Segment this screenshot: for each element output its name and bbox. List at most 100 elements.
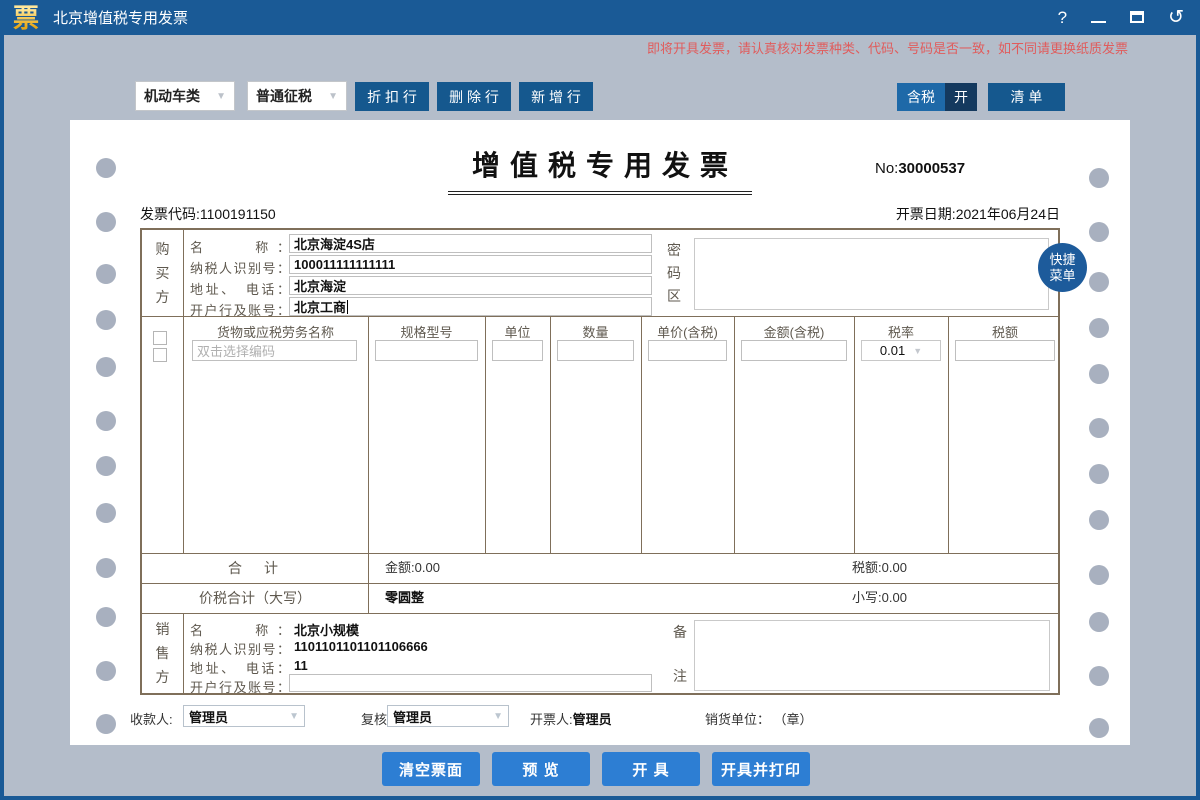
payee-label: 收款人: (130, 709, 173, 728)
table-divider (734, 316, 735, 553)
amount-in-figures: 小写:0.00 (852, 583, 907, 613)
seller-side-label: 销 售 方 (142, 613, 183, 693)
row-checkbox[interactable] (153, 348, 167, 362)
seller-taxid-value: 1101101101101106666 (294, 639, 428, 654)
amount-input[interactable] (741, 340, 847, 361)
chevron-down-icon: ▼ (913, 346, 922, 356)
buyer-taxid-input[interactable]: 100011111111111 (289, 255, 652, 274)
column-header-spec: 规格型号 (368, 322, 485, 341)
seller-taxid-label: 纳税人识别号： (190, 639, 290, 658)
perforation-dot (96, 357, 116, 377)
password-area-label: 密 码 区 (664, 240, 684, 306)
spec-input[interactable] (375, 340, 478, 361)
perforation-dot (96, 714, 116, 734)
seller-address-label: 地址、 电话： (190, 658, 290, 677)
reviewer-value: 管理员 (393, 707, 432, 726)
perforation-dot (96, 607, 116, 627)
perforation-dot (1089, 718, 1109, 738)
goods-name-input[interactable]: 双击选择编码 (192, 340, 357, 361)
table-divider (550, 316, 551, 553)
invoice-date: 开票日期:2021年06月24日 (896, 204, 1060, 224)
perforation-dot (1089, 272, 1109, 292)
chevron-down-icon: ▼ (289, 711, 299, 722)
window-controls: ? ↺ (1058, 9, 1184, 26)
totals-amount: 金额:0.00 (385, 553, 440, 583)
issue-and-print-button[interactable]: 开具并打印 (712, 752, 810, 786)
buyer-bank-input[interactable]: 北京工商 (289, 297, 652, 316)
tax-rate-value: 0.01 (880, 343, 905, 358)
title-bar: 票 北京增值税专用发票 ? ↺ (0, 0, 1200, 35)
perforation-dot (96, 661, 116, 681)
text-caret (347, 300, 348, 314)
drawer-field: 开票人:管理员 (530, 709, 612, 728)
remark-box[interactable] (694, 620, 1050, 691)
buyer-name-input[interactable]: 北京海淀4S店 (289, 234, 652, 253)
perforation-dot (1089, 318, 1109, 338)
totals-tax: 税额:0.00 (852, 553, 907, 583)
column-header-tax: 税额 (948, 322, 1062, 341)
notice-message: 即将开具发票，请认真核对发票种类、代码、号码是否一致，如不同请更换纸质发票 (0, 35, 1200, 62)
tax-included-toggle[interactable]: 含税 开 (897, 83, 977, 111)
seller-unit-field: 销货单位：（章） (705, 709, 813, 728)
minimize-icon[interactable] (1091, 21, 1106, 23)
goods-name-placeholder: 双击选择编码 (197, 341, 275, 360)
table-divider (368, 316, 369, 553)
clear-invoice-button[interactable]: 清空票面 (382, 752, 480, 786)
window-frame-bottom (0, 796, 1200, 800)
invoice-number: No:30000537 (875, 160, 965, 177)
help-icon[interactable]: ? (1058, 9, 1067, 26)
table-divider (948, 316, 949, 553)
tax-included-label: 含税 (897, 83, 945, 111)
reviewer-select[interactable]: 管理员 ▼ (387, 705, 509, 727)
table-divider (142, 613, 1058, 614)
column-header-goods: 货物或应税劳务名称 (183, 322, 368, 341)
seller-address-value: 11 (294, 658, 308, 673)
perforation-dot (96, 558, 116, 578)
delete-row-button[interactable]: 删 除 行 (437, 82, 511, 111)
buyer-address-label: 地址、 电话： (190, 279, 290, 298)
add-row-button[interactable]: 新 增 行 (519, 82, 593, 111)
invoice-category-value: 机动车类 (144, 86, 200, 106)
perforation-dot (1089, 666, 1109, 686)
row-checkbox[interactable] (153, 331, 167, 345)
unit-input[interactable] (492, 340, 543, 361)
seller-bank-input[interactable] (289, 674, 652, 692)
invoice-code: 发票代码:1100191150 (140, 204, 276, 224)
maximize-icon[interactable] (1130, 11, 1144, 23)
table-divider (641, 316, 642, 553)
invoice-category-select[interactable]: 机动车类 ▼ (135, 81, 235, 111)
perforation-dot (96, 310, 116, 330)
discount-row-button[interactable]: 折 扣 行 (355, 82, 429, 111)
table-divider (485, 316, 486, 553)
quick-menu-button[interactable]: 快捷 菜单 (1038, 243, 1087, 292)
buyer-side-label: 购 买 方 (142, 230, 183, 316)
perforation-dot (96, 456, 116, 476)
tax-amount-input[interactable] (955, 340, 1055, 361)
window-frame-left (0, 35, 4, 800)
totals-label: 合 计 (142, 553, 368, 583)
window-frame-right (1196, 35, 1200, 800)
invoice-table: 购 买 方 名 称： 北京海淀4S店 纳税人识别号： 1000111111111… (140, 228, 1060, 695)
tax-rate-select[interactable]: 0.01 ▼ (861, 340, 941, 361)
price-input[interactable] (648, 340, 727, 361)
column-header-amount: 金额(含税) (734, 322, 854, 341)
table-divider (183, 230, 184, 316)
tax-mode-select[interactable]: 普通征税 ▼ (247, 81, 347, 111)
seller-name-value: 北京小规模 (294, 620, 359, 639)
restore-icon[interactable]: ↺ (1168, 9, 1184, 26)
perforation-dot (96, 212, 116, 232)
app-title: 北京增值税专用发票 (53, 7, 188, 28)
chevron-down-icon: ▼ (328, 91, 338, 102)
preview-button[interactable]: 预 览 (492, 752, 590, 786)
issue-button[interactable]: 开 具 (602, 752, 700, 786)
buyer-address-input[interactable]: 北京海淀 (289, 276, 652, 295)
table-divider (183, 613, 184, 693)
payee-select[interactable]: 管理员 ▼ (183, 705, 305, 727)
buyer-name-label: 名 称： (190, 237, 290, 256)
perforation-dot (1089, 565, 1109, 585)
perforation-dot (96, 264, 116, 284)
password-area-box[interactable] (694, 238, 1049, 310)
list-button[interactable]: 清 单 (988, 83, 1065, 111)
qty-input[interactable] (557, 340, 634, 361)
table-divider (183, 316, 184, 553)
